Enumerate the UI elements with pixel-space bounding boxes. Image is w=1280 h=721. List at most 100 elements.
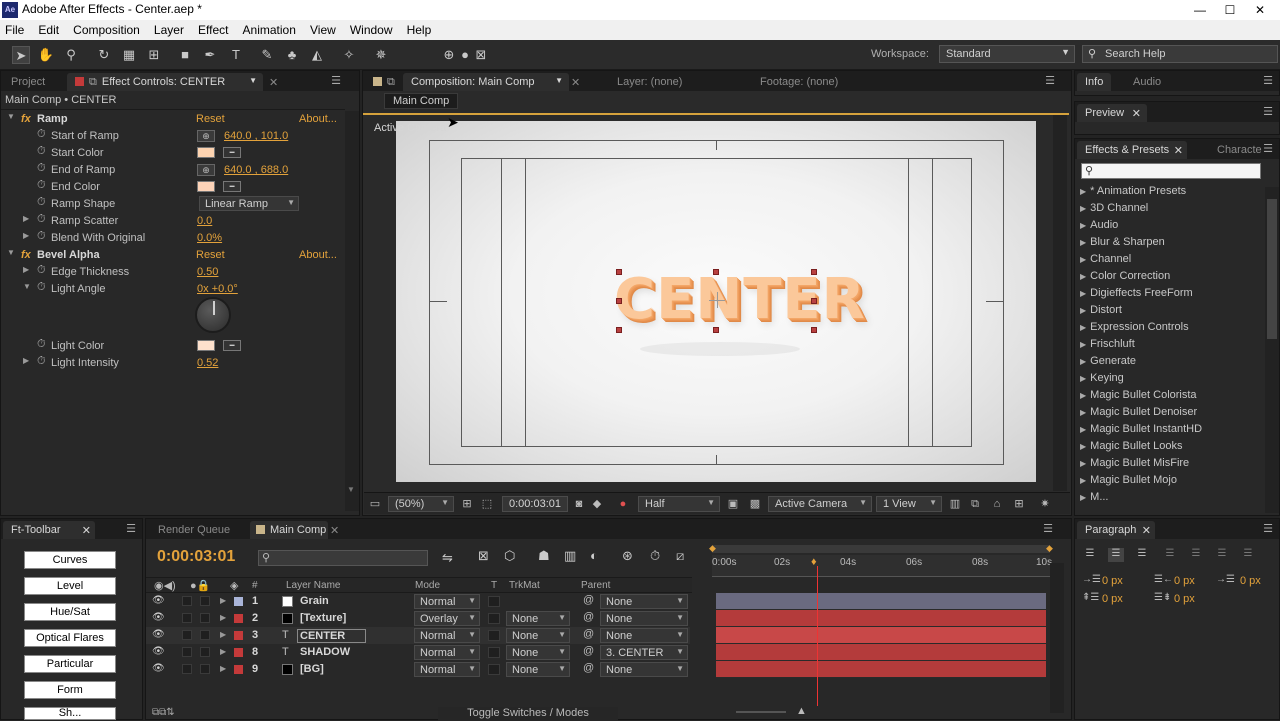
scroll-down-icon[interactable]: ▼	[347, 485, 355, 494]
expand-triangle-icon[interactable]: ▶	[1080, 374, 1086, 383]
effects-category-item[interactable]: ▶ Magic Bullet Looks	[1080, 440, 1182, 457]
rotate-tool-icon[interactable]: ↻	[95, 46, 113, 64]
layer-handle[interactable]	[713, 269, 719, 275]
effects-category-item[interactable]: ▶ Channel	[1080, 253, 1131, 270]
light-color-swatch[interactable]	[197, 340, 215, 351]
effects-scrollbar[interactable]	[1265, 187, 1279, 513]
expand-triangle-icon[interactable]: ▶	[1080, 272, 1086, 281]
tab-render-queue[interactable]: Render Queue	[150, 521, 238, 539]
solo-switch[interactable]	[182, 630, 192, 640]
zoom-tool-icon[interactable]: ⚲	[62, 46, 80, 64]
workspace-select[interactable]: Standard ▼	[939, 45, 1075, 63]
preserve-transparency-switch[interactable]	[488, 613, 500, 624]
trkmat-select[interactable]: None ▼	[506, 611, 570, 626]
effects-category-item[interactable]: ▶ Frischluft	[1080, 338, 1135, 355]
pickwhip-icon[interactable]: @	[583, 611, 594, 623]
brush-tool-icon[interactable]: ✎	[258, 46, 276, 64]
close-tab-icon[interactable]: ✕	[267, 73, 286, 91]
preserve-transparency-switch[interactable]	[488, 596, 500, 607]
panel-menu-icon[interactable]: ☰	[1263, 522, 1273, 535]
toggle-pixel-aspect-icon[interactable]: ▥	[948, 497, 962, 511]
zoom-select[interactable]: (50%) ▼	[388, 496, 454, 512]
indent-right-field[interactable]: 0 px	[1174, 575, 1195, 587]
eye-icon[interactable]: 👁	[152, 663, 165, 674]
tab-effects-presets[interactable]: Effects & Presets ✕	[1077, 141, 1187, 159]
menu-help[interactable]: Help	[402, 20, 438, 37]
eye-icon[interactable]: 👁	[152, 646, 165, 657]
level-button[interactable]: Level	[24, 577, 116, 595]
menu-window[interactable]: Window	[345, 20, 399, 37]
effects-category-item[interactable]: ▶ Generate	[1080, 355, 1136, 372]
close-tab-icon[interactable]: ✕	[82, 524, 91, 537]
tab-layer[interactable]: Layer: (none)	[609, 73, 690, 91]
mode-select[interactable]: Normal ▼	[414, 662, 480, 677]
eye-icon[interactable]: 👁	[152, 595, 165, 606]
expand-triangle-icon[interactable]: ▶	[220, 630, 226, 639]
start-color-swatch[interactable]	[197, 147, 215, 158]
stopwatch-icon[interactable]: ⏱	[37, 162, 46, 175]
expand-triangle-icon[interactable]: ▶	[1080, 391, 1086, 400]
reset-link[interactable]: Reset	[196, 113, 225, 125]
close-tab-icon[interactable]: ✕	[569, 73, 588, 91]
tab-footage[interactable]: Footage: (none)	[752, 73, 846, 91]
tab-info[interactable]: Info	[1077, 73, 1112, 91]
parent-select[interactable]: None ▼	[600, 594, 688, 609]
expand-triangle-icon[interactable]: ▶	[1080, 187, 1086, 196]
layer-handle[interactable]	[616, 269, 622, 275]
minimize-button[interactable]: —	[1188, 1, 1212, 19]
expand-triangle-icon[interactable]: ▶	[1080, 340, 1086, 349]
show-snapshot-icon[interactable]: ◆	[590, 497, 604, 511]
timeline-footer-icons[interactable]: ⧉⧉⇅	[152, 707, 175, 718]
label-color-swatch[interactable]	[234, 665, 243, 674]
trkmat-select[interactable]: None ▼	[506, 628, 570, 643]
mode-select[interactable]: Normal ▼	[414, 594, 480, 609]
brainstorm-icon[interactable]: ⊛	[622, 548, 633, 564]
align-right-icon[interactable]: ☰	[1134, 548, 1150, 562]
tab-ft-toolbar[interactable]: Ft-Toolbar ✕	[3, 521, 95, 539]
work-area-start-icon[interactable]: ◆	[709, 543, 716, 554]
end-of-ramp-value[interactable]: 640.0 , 688.0	[224, 164, 288, 176]
eyedropper-icon[interactable]: ━	[223, 181, 241, 192]
tab-audio[interactable]: Audio	[1125, 73, 1169, 91]
effects-search-input[interactable]: ⚲	[1081, 163, 1261, 179]
stopwatch-icon[interactable]: ⏱	[37, 213, 46, 226]
chevron-down-icon[interactable]: ▼	[555, 76, 563, 85]
stopwatch-icon[interactable]: ⏱	[37, 230, 46, 243]
close-tab-icon[interactable]: ✕	[1142, 524, 1151, 537]
panel-menu-icon[interactable]: ☰	[331, 74, 341, 87]
pickwhip-icon[interactable]: @	[583, 594, 594, 606]
always-preview-icon[interactable]: ▭	[368, 497, 382, 511]
channel-icon[interactable]: ●	[616, 497, 630, 511]
expand-triangle-icon[interactable]: ▶	[1080, 408, 1086, 417]
expand-triangle-icon[interactable]: ▶	[1080, 255, 1086, 264]
justify-left-icon[interactable]: ☰	[1162, 548, 1178, 562]
chevron-down-icon[interactable]: ▼	[249, 76, 257, 85]
about-link[interactable]: About...	[299, 113, 337, 125]
maximize-button[interactable]: ☐	[1218, 1, 1242, 19]
solo-switch[interactable]	[182, 596, 192, 606]
puppet-pin-tool-icon[interactable]: ✵	[372, 46, 390, 64]
mode-select[interactable]: Normal ▼	[414, 628, 480, 643]
align-left-icon[interactable]: ☰	[1082, 548, 1098, 562]
camera-tool-icon[interactable]: ▦	[120, 46, 138, 64]
crosshair-icon[interactable]: ⊕	[197, 164, 215, 176]
panel-menu-icon[interactable]: ☰	[1263, 142, 1273, 155]
expand-triangle-icon[interactable]: ▶	[1080, 476, 1086, 485]
expand-triangle-icon[interactable]: ▶	[23, 231, 29, 240]
clone-stamp-tool-icon[interactable]: ♣	[283, 46, 301, 64]
preserve-transparency-switch[interactable]	[488, 630, 500, 641]
expand-triangle-icon[interactable]: ▶	[1080, 221, 1086, 230]
grid-icon[interactable]: ⊞	[460, 497, 474, 511]
camera-view-select[interactable]: Active Camera ▼	[768, 496, 872, 512]
optical-flares-button[interactable]: Optical Flares	[24, 629, 116, 647]
about-link[interactable]: About...	[299, 249, 337, 261]
edge-thickness-value[interactable]: 0.50	[197, 266, 218, 278]
parent-select[interactable]: 3. CENTER ▼	[600, 645, 688, 660]
view-axis-icon[interactable]: ⊠	[472, 46, 490, 64]
tab-preview[interactable]: Preview ✕	[1077, 104, 1147, 122]
align-center-icon[interactable]: ☰	[1108, 548, 1124, 562]
menu-edit[interactable]: Edit	[33, 20, 65, 37]
expand-triangle-icon[interactable]: ▶	[1080, 425, 1086, 434]
timeline-icon[interactable]: ⌂	[990, 497, 1004, 511]
layer-handle[interactable]	[713, 327, 719, 333]
